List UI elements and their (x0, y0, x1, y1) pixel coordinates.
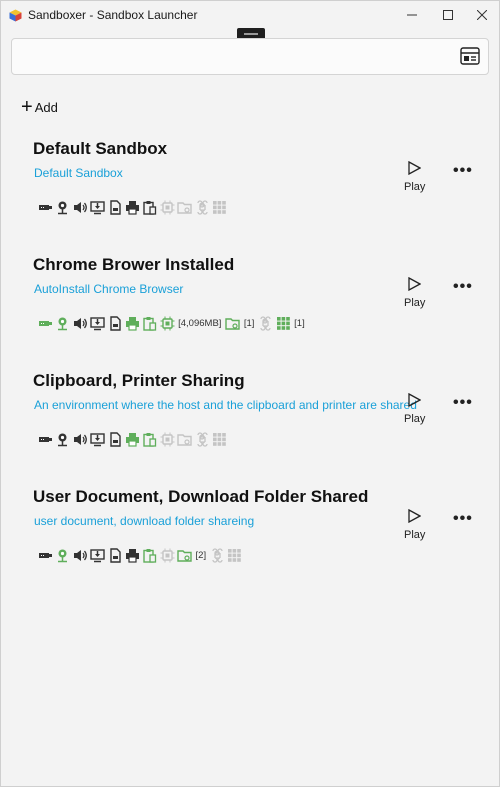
vgpu-icon (55, 200, 70, 215)
audio-icon (73, 200, 88, 215)
command-icon (258, 315, 273, 331)
feature-icons: [4,096MB] [1] [1] (38, 315, 309, 331)
sandbox-description: An environment where the host and the cl… (34, 398, 417, 412)
app-window: Sandboxer - Sandbox Launcher + Add Defau… (0, 0, 500, 787)
network-icon (38, 200, 53, 215)
play-icon (408, 160, 422, 176)
vgpu-icon (55, 548, 70, 563)
window-title: Sandboxer - Sandbox Launcher (28, 8, 198, 22)
download-icon (90, 548, 105, 563)
search-box (11, 38, 489, 75)
audio-icon (73, 548, 88, 563)
mapped-folder-icon (225, 316, 241, 331)
play-button[interactable] (401, 160, 427, 180)
vgpu-icon (55, 316, 70, 331)
document-icon (108, 199, 123, 215)
feature-icons: [2] (38, 547, 245, 563)
more-options-button[interactable]: ••• (453, 511, 473, 527)
play-label: Play (404, 181, 426, 193)
audio-icon (73, 316, 88, 331)
title-bar: Sandboxer - Sandbox Launcher (1, 1, 499, 29)
sandbox-title: Chrome Brower Installed (33, 255, 235, 274)
download-icon (90, 432, 105, 447)
play-icon (408, 392, 422, 408)
clipboard-icon (142, 200, 157, 215)
feature-icons (38, 431, 229, 447)
network-icon (38, 548, 53, 563)
sandbox-description: AutoInstall Chrome Browser (34, 282, 184, 296)
mapped-folder-count: [1] (243, 317, 255, 329)
memory-icon (160, 432, 175, 447)
vgpu-icon (55, 432, 70, 447)
memory-size-label: [4,096MB] (178, 317, 222, 329)
grid-icon (212, 200, 227, 215)
more-options-button[interactable]: ••• (453, 395, 473, 411)
printer-icon (125, 548, 140, 563)
more-options-button[interactable]: ••• (453, 163, 473, 179)
feature-icons (38, 199, 229, 215)
sandbox-card[interactable]: Clipboard, Printer Sharing An environmen… (1, 371, 500, 481)
network-icon (38, 432, 53, 447)
maximize-icon (443, 10, 453, 20)
play-button[interactable] (401, 508, 427, 528)
more-options-button[interactable]: ••• (453, 279, 473, 295)
minimize-button[interactable] (393, 1, 431, 29)
audio-icon (73, 432, 88, 447)
memory-icon (160, 200, 175, 215)
layout-toggle-icon[interactable] (460, 47, 480, 65)
close-icon (477, 10, 487, 20)
close-button[interactable] (463, 1, 500, 29)
printer-icon (125, 200, 140, 215)
sandbox-title: Default Sandbox (33, 139, 168, 158)
network-icon (38, 316, 53, 331)
minimize-icon (407, 14, 417, 16)
mapped-folder-icon (177, 548, 192, 563)
sandbox-card[interactable]: Chrome Brower Installed AutoInstall Chro… (1, 255, 500, 365)
document-icon (108, 547, 123, 563)
add-button[interactable]: + Add (21, 97, 58, 117)
sandbox-card[interactable]: User Document, Download Folder Shared us… (1, 487, 500, 597)
sandbox-title: Clipboard, Printer Sharing (33, 371, 245, 390)
mapped-folder-icon (177, 200, 192, 215)
search-input[interactable] (20, 45, 454, 69)
document-icon (108, 315, 123, 331)
mapped-folder-count: [2] (195, 549, 207, 561)
command-icon (195, 199, 210, 215)
memory-icon (160, 548, 175, 563)
grid-icon (276, 316, 291, 331)
command-icon (195, 431, 210, 447)
play-label: Play (404, 529, 426, 541)
maximize-button[interactable] (429, 1, 467, 29)
plus-icon: + (21, 96, 33, 118)
sandbox-card[interactable]: Default Sandbox Default Sandbox Play ••• (1, 139, 500, 249)
grid-icon (212, 432, 227, 447)
grid-icon (227, 548, 242, 563)
printer-icon (125, 316, 140, 331)
play-label: Play (404, 297, 426, 309)
sandbox-description: Default Sandbox (34, 166, 123, 180)
memory-icon (160, 316, 175, 331)
clipboard-icon (142, 548, 157, 563)
clipboard-icon (142, 316, 157, 331)
play-button[interactable] (401, 392, 427, 412)
mapped-folder-icon (177, 432, 192, 447)
grid-count: [1] (294, 317, 305, 329)
download-icon (90, 200, 105, 215)
clipboard-icon (142, 432, 157, 447)
download-icon (90, 316, 105, 331)
play-icon (408, 508, 422, 524)
play-icon (408, 276, 422, 292)
play-button[interactable] (401, 276, 427, 296)
command-icon (210, 547, 225, 563)
sandbox-title: User Document, Download Folder Shared (33, 487, 369, 506)
app-logo-icon (9, 9, 22, 22)
play-label: Play (404, 413, 426, 425)
printer-icon (125, 432, 140, 447)
add-label: Add (34, 99, 58, 115)
sandbox-description: user document, download folder shareing (34, 514, 255, 528)
document-icon (108, 431, 123, 447)
